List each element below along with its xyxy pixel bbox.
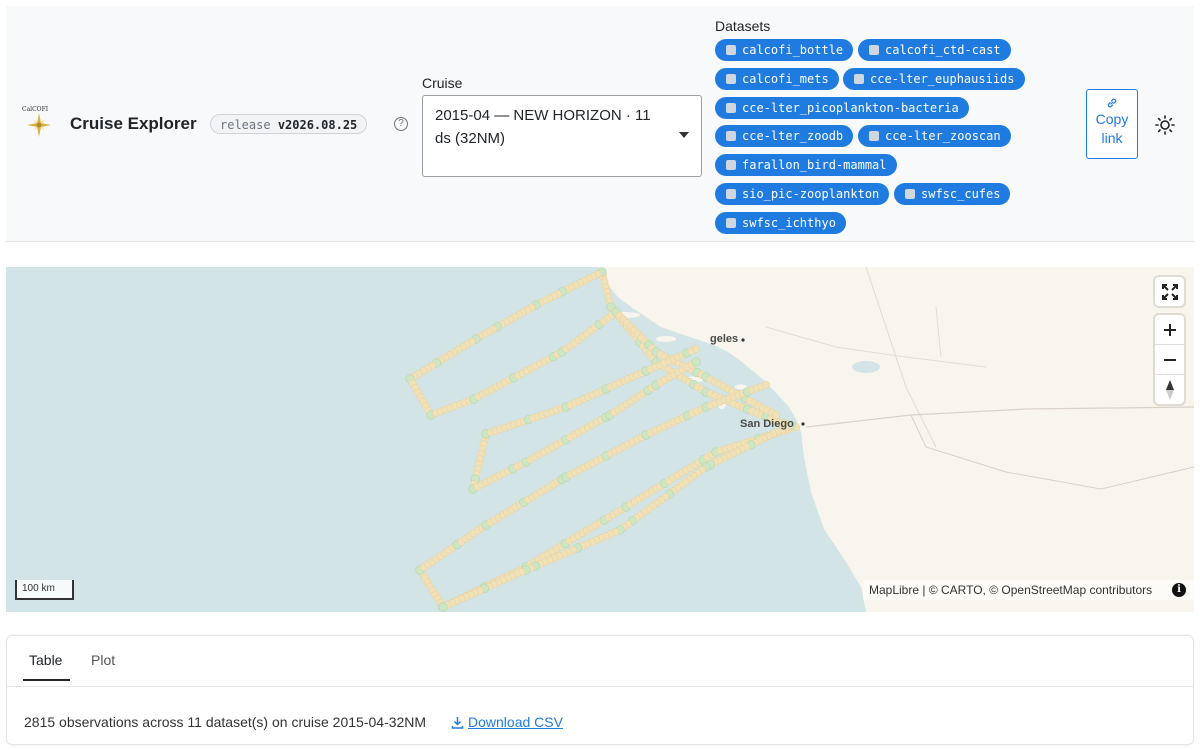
reset-bearing-button[interactable] xyxy=(1155,374,1184,404)
scale-bar: 100 km xyxy=(15,580,74,600)
place-label: San Diego xyxy=(740,418,794,430)
chip-label: cce-lter_zoodb xyxy=(742,129,844,143)
cruise-label: Cruise xyxy=(422,75,463,91)
fullscreen-control xyxy=(1155,277,1184,306)
release-badge: release v2026.08.25 xyxy=(210,114,368,134)
logo-text: CalCOFI xyxy=(22,106,49,113)
island xyxy=(656,336,676,342)
download-csv-label: Download CSV xyxy=(468,714,563,730)
download-csv-link[interactable]: Download CSV xyxy=(451,714,563,730)
attribution-text: MapLibre | © CARTO, © OpenStreetMap cont… xyxy=(869,583,1153,597)
app-title: Cruise Explorer xyxy=(70,114,197,133)
checkbox-icon xyxy=(726,189,736,199)
checkbox-icon xyxy=(726,45,736,55)
dataset-chip[interactable]: cce-lter_zoodb xyxy=(715,125,854,147)
city-dot xyxy=(801,422,805,426)
zoom-out-button[interactable] xyxy=(1155,344,1184,374)
datasets-label: Datasets xyxy=(715,18,771,34)
tab-table[interactable]: Table xyxy=(29,652,62,668)
lake xyxy=(852,361,880,373)
fullscreen-icon xyxy=(1161,283,1178,300)
chip-label: calcofi_bottle xyxy=(742,43,844,57)
active-tab-indicator xyxy=(23,679,70,681)
map-canvas[interactable] xyxy=(6,267,1194,612)
checkbox-icon xyxy=(726,218,736,228)
navigation-control xyxy=(1155,315,1184,404)
checkbox-icon xyxy=(905,189,915,199)
info-icon[interactable]: i xyxy=(1172,583,1186,597)
track-point xyxy=(762,381,770,389)
chip-label: calcofi_ctd-cast xyxy=(885,43,1001,57)
cruise-select-value: 2015-04 — NEW HORIZON · 11 ds (32NM) xyxy=(435,107,651,147)
chip-label: cce-lter_zooscan xyxy=(885,129,1001,143)
chip-label: swfsc_ichthyo xyxy=(742,216,836,230)
chip-label: farallon_bird-mammal xyxy=(742,158,887,172)
calcofi-logo: CalCOFI xyxy=(22,106,56,142)
zoom-in-button[interactable] xyxy=(1155,315,1184,344)
sun-icon[interactable] xyxy=(1155,115,1175,135)
minus-icon xyxy=(1163,358,1176,361)
link-icon xyxy=(1107,98,1117,108)
download-icon xyxy=(451,717,464,729)
results-tabs: Table Plot xyxy=(7,636,1193,687)
fullscreen-button[interactable] xyxy=(1155,277,1184,306)
chip-label: cce-lter_picoplankton-bacteria xyxy=(742,101,959,115)
checkbox-icon xyxy=(726,131,736,141)
checkbox-icon xyxy=(854,74,864,84)
checkbox-icon xyxy=(726,160,736,170)
dataset-chip[interactable]: sio_pic-zooplankton xyxy=(715,183,890,205)
results-panel: Table Plot 2815 observations across 11 d… xyxy=(6,635,1194,745)
release-label: release xyxy=(220,118,271,132)
results-summary: 2815 observations across 11 dataset(s) o… xyxy=(24,714,427,730)
chip-label: sio_pic-zooplankton xyxy=(742,187,880,201)
plus-icon xyxy=(1163,323,1176,336)
chip-label: cce-lter_euphausiids xyxy=(870,72,1015,86)
release-version: v2026.08.25 xyxy=(277,118,358,132)
compass-rose-icon xyxy=(27,113,51,137)
checkbox-icon xyxy=(869,131,879,141)
copy-link-button[interactable]: Copy link xyxy=(1086,89,1138,159)
station-marker[interactable] xyxy=(691,357,701,367)
cruise-map[interactable]: geles San Diego 100 km MapLibre | © CART… xyxy=(6,267,1194,612)
cruise-select[interactable]: 2015-04 — NEW HORIZON · 11 ds (32NM) xyxy=(422,95,702,177)
dataset-chip[interactable]: calcofi_ctd-cast xyxy=(858,39,1011,61)
copy-link-label: Copy link xyxy=(1095,111,1129,146)
checkbox-icon xyxy=(726,74,736,84)
station-marker[interactable] xyxy=(438,602,448,612)
dataset-chip[interactable]: calcofi_mets xyxy=(715,68,839,90)
compass-icon xyxy=(1165,379,1174,400)
chip-label: swfsc_cufes xyxy=(921,187,1001,201)
dataset-chip[interactable]: swfsc_ichthyo xyxy=(715,212,846,234)
dataset-chip[interactable]: cce-lter_zooscan xyxy=(858,125,1011,147)
checkbox-icon xyxy=(869,45,879,55)
tab-plot[interactable]: Plot xyxy=(91,652,115,668)
map-attribution: MapLibre | © CARTO, © OpenStreetMap cont… xyxy=(863,580,1194,600)
track-point xyxy=(692,345,700,353)
question-circle-icon[interactable]: ? xyxy=(394,117,408,131)
dataset-chip[interactable]: cce-lter_picoplankton-bacteria xyxy=(715,97,969,119)
checkbox-icon xyxy=(726,103,736,113)
dataset-chip[interactable]: calcofi_bottle xyxy=(715,39,854,61)
dataset-chip[interactable]: farallon_bird-mammal xyxy=(715,154,897,176)
dataset-chip[interactable]: swfsc_cufes xyxy=(894,183,1011,205)
place-label: geles xyxy=(710,333,739,345)
city-dot xyxy=(741,338,745,342)
dataset-chip[interactable]: cce-lter_euphausiids xyxy=(843,68,1025,90)
app-header: CalCOFI Cruise Explorer release v2026.08… xyxy=(6,6,1194,242)
chip-label: calcofi_mets xyxy=(742,72,829,86)
chevron-down-icon xyxy=(679,132,689,138)
